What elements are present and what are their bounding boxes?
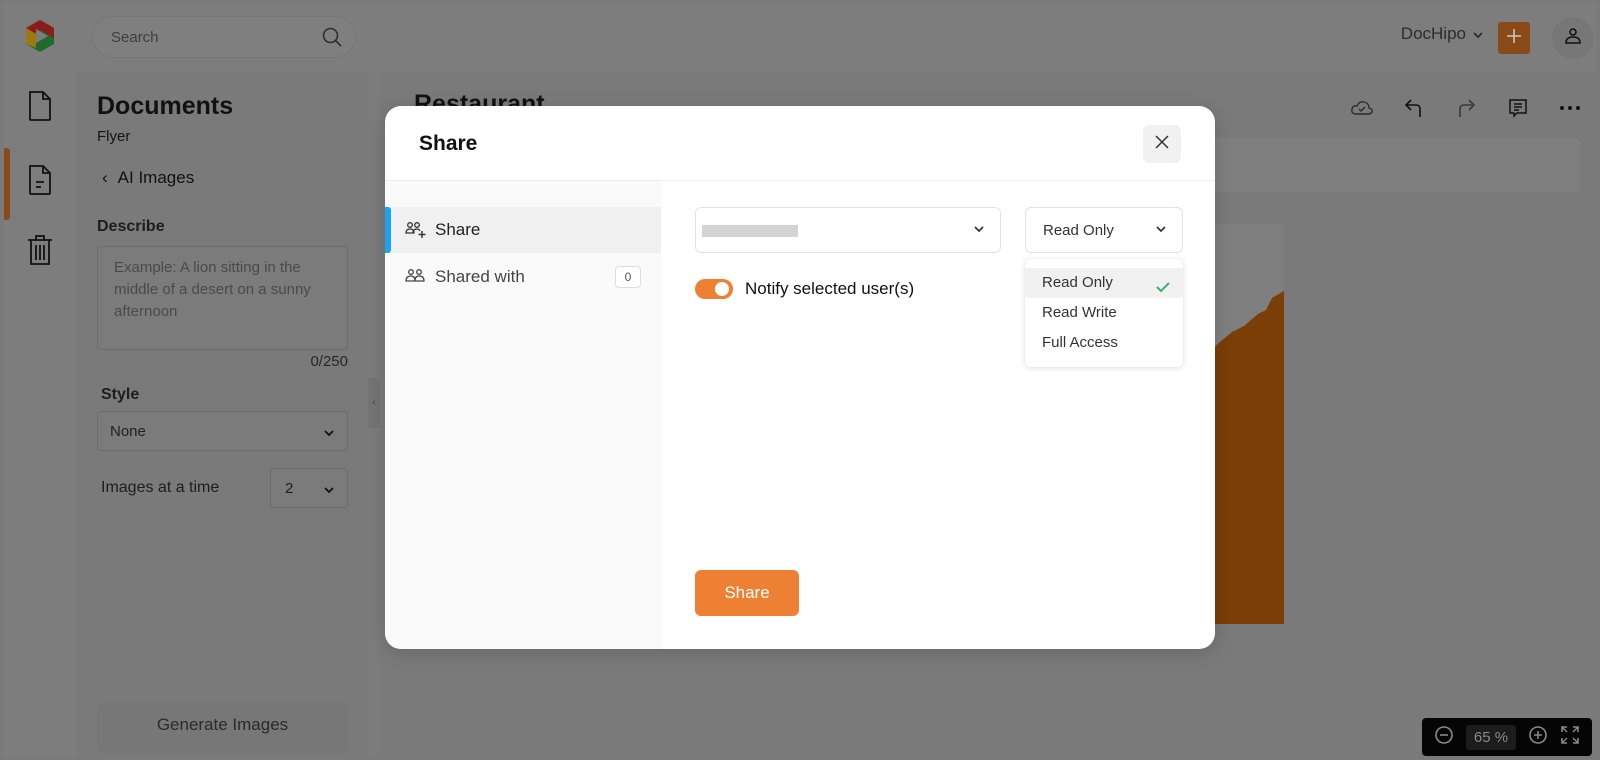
permission-option-read-write[interactable]: Read Write <box>1025 298 1183 328</box>
permission-option-full-access[interactable]: Full Access <box>1025 328 1183 358</box>
panel-title: Documents <box>97 92 234 120</box>
users-icon <box>405 268 427 286</box>
create-button[interactable] <box>1498 22 1530 54</box>
shared-count-badge: 0 <box>615 266 641 288</box>
chevron-down-icon <box>972 222 986 241</box>
share-button[interactable]: Share <box>695 570 799 616</box>
describe-textarea[interactable]: Example: A lion sitting in the middle of… <box>97 246 348 350</box>
permission-select[interactable]: Read Only <box>1025 207 1183 253</box>
dochipo-logo[interactable] <box>22 18 58 54</box>
editor-toolbar <box>1336 94 1596 122</box>
zoom-value[interactable]: 65 % <box>1465 724 1517 750</box>
more-icon[interactable] <box>1544 94 1596 122</box>
zoom-controls: 65 % <box>1422 718 1592 756</box>
chevron-left-icon: ‹ <box>102 168 108 187</box>
tab-shared-with[interactable]: Shared with 0 <box>385 254 661 300</box>
zoom-in-icon[interactable] <box>1528 725 1548 750</box>
fullscreen-icon[interactable] <box>1560 725 1580 750</box>
option-label: Read Write <box>1042 304 1117 321</box>
permission-dropdown-menu: Read Only Read Write Full Access <box>1025 259 1183 367</box>
notify-toggle[interactable] <box>695 279 733 299</box>
cloud-saved-icon[interactable] <box>1336 94 1388 122</box>
describe-label: Describe <box>97 218 165 235</box>
modal-title: Share <box>419 132 478 155</box>
chevron-down-icon <box>323 481 335 498</box>
modal-tabs: Share Shared with 0 <box>385 181 661 649</box>
trash-icon <box>26 233 54 272</box>
search-placeholder: Search <box>111 29 159 46</box>
user-add-icon <box>405 221 427 239</box>
style-select[interactable]: None <box>97 411 348 451</box>
option-label: Read Only <box>1042 274 1113 291</box>
images-at-time-label: Images at a time <box>101 479 220 496</box>
plus-icon <box>1505 27 1523 50</box>
search-bar[interactable]: Search <box>92 16 356 58</box>
modal-header: Share <box>385 106 1215 181</box>
ai-images-panel: Documents Flyer ‹ AI Images Describe Exam… <box>76 72 368 756</box>
panel-subtitle: Flyer <box>97 128 131 145</box>
workspace-name: DocHipo <box>1400 24 1466 43</box>
undo-icon[interactable] <box>1388 94 1440 122</box>
back-link[interactable]: ‹ AI Images <box>102 168 194 188</box>
back-label: AI Images <box>117 168 195 187</box>
chevron-down-icon <box>1472 24 1484 44</box>
images-at-time-select[interactable]: 2 <box>270 468 348 508</box>
permission-option-read-only[interactable]: Read Only <box>1025 268 1183 298</box>
redo-icon[interactable] <box>1440 94 1492 122</box>
tab-share-label: Share <box>435 220 481 239</box>
collapse-panel-handle[interactable]: ‹ <box>368 378 380 428</box>
comment-icon[interactable] <box>1492 94 1544 122</box>
share-form: Read Only Read Only Read Write Full Acce… <box>661 181 1215 649</box>
document-text-icon <box>27 164 53 201</box>
generate-images-button[interactable]: Generate Images <box>97 703 348 753</box>
top-bar: Search DocHipo <box>4 4 1596 72</box>
tab-share[interactable]: Share <box>385 207 661 253</box>
permission-value: Read Only <box>1043 222 1114 239</box>
user-search-placeholder-redacted <box>702 225 798 237</box>
rail-item-trash[interactable] <box>24 232 56 272</box>
workspace-switcher[interactable]: DocHipo <box>1401 24 1484 44</box>
option-label: Full Access <box>1042 334 1118 351</box>
close-icon <box>1154 134 1170 155</box>
chevron-down-icon <box>323 424 335 441</box>
left-rail <box>4 72 76 756</box>
rail-item-new-document[interactable] <box>24 88 56 128</box>
active-indicator <box>4 148 10 220</box>
tab-shared-with-label: Shared with <box>435 267 525 286</box>
user-icon <box>1563 26 1583 51</box>
zoom-out-icon[interactable] <box>1434 725 1454 750</box>
document-icon <box>27 90 53 127</box>
chevron-down-icon <box>1154 222 1168 241</box>
char-counter: 0/250 <box>310 353 348 370</box>
share-modal: Share Share Shared with 0 Read Only Read… <box>385 106 1215 649</box>
images-at-time-value: 2 <box>285 480 294 497</box>
style-label: Style <box>101 386 140 403</box>
account-button[interactable] <box>1552 17 1594 59</box>
user-search-select[interactable] <box>695 207 1001 253</box>
notify-label: Notify selected user(s) <box>745 279 915 298</box>
close-button[interactable] <box>1143 125 1181 163</box>
style-value: None <box>110 423 146 440</box>
search-icon[interactable] <box>321 26 343 48</box>
rail-item-documents[interactable] <box>24 162 56 202</box>
